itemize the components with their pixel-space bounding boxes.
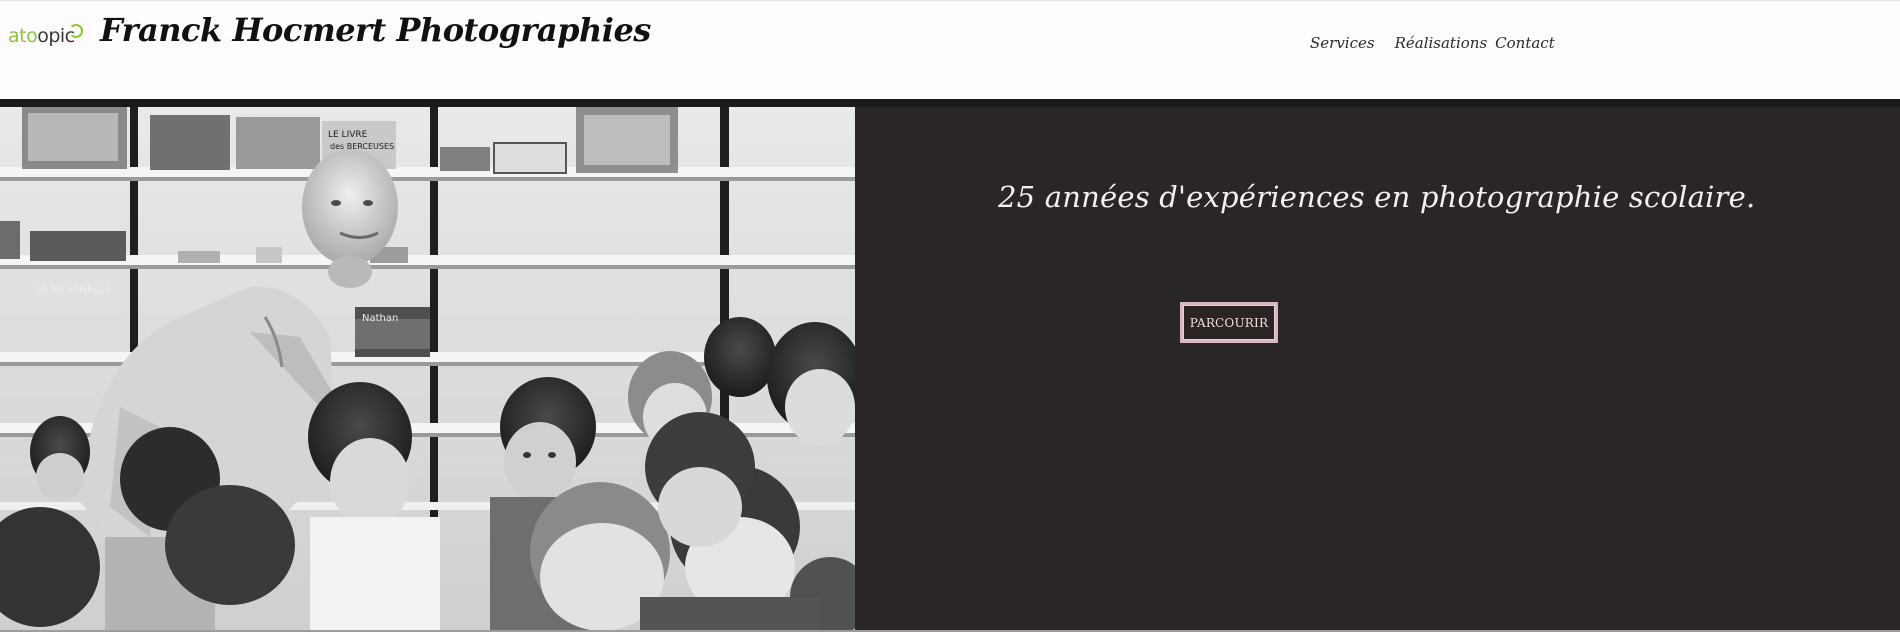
site-header: ato opic Franck Hocmert Photographies Ser… — [0, 0, 1900, 99]
parcourir-button[interactable]: PARCOURIR — [1180, 302, 1278, 343]
nav-item-services[interactable]: Services — [1310, 34, 1375, 52]
atoopic-logo[interactable]: ato opic — [8, 23, 83, 49]
header-divider — [0, 99, 1900, 107]
main-nav: Services Réalisations Contact — [1310, 34, 1555, 52]
logo-text-green: ato — [8, 25, 38, 47]
nav-item-realisations[interactable]: Réalisations — [1395, 34, 1488, 52]
parcourir-button-label: PARCOURIR — [1183, 305, 1275, 340]
svg-text:des BERCEUSES: des BERCEUSES — [330, 142, 394, 151]
hero-photo: LE LIVRE des BERCEUSES Nathan 50 RIS ESP… — [0, 107, 855, 630]
nav-item-contact[interactable]: Contact — [1495, 34, 1555, 52]
hero-section: LE LIVRE des BERCEUSES Nathan 50 RIS ESP… — [0, 107, 1900, 632]
hero-tagline: 25 années d'expériences en photographie … — [998, 180, 1756, 214]
page: ato opic Franck Hocmert Photographies Ser… — [0, 0, 1900, 632]
logo-ring-icon — [68, 24, 83, 38]
svg-text:50 RIS ESPIEGLE: 50 RIS ESPIEGLE — [36, 286, 111, 296]
svg-text:Nathan: Nathan — [362, 313, 398, 324]
site-title[interactable]: Franck Hocmert Photographies — [100, 11, 651, 49]
classroom-photo: LE LIVRE des BERCEUSES Nathan 50 RIS ESP… — [0, 107, 855, 630]
svg-text:LE LIVRE: LE LIVRE — [328, 130, 368, 140]
